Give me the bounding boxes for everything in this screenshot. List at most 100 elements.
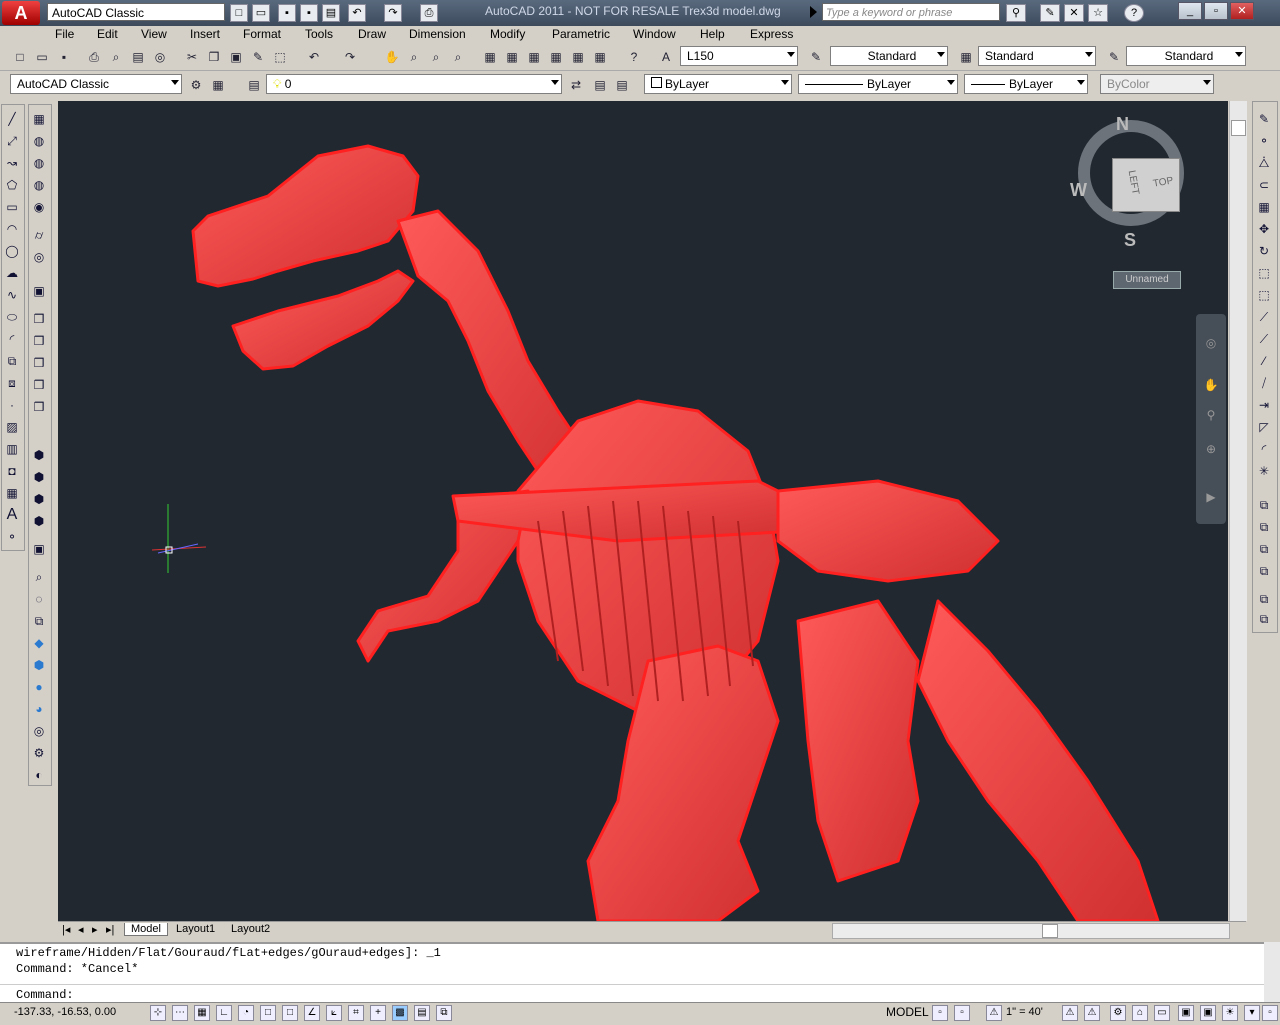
- torus-icon[interactable]: ◎: [30, 248, 48, 266]
- design-center-icon[interactable]: ▦: [502, 47, 522, 67]
- workspace-switching-icon[interactable]: ⚙: [1110, 1005, 1126, 1021]
- draworder-front-icon[interactable]: ⧉: [1255, 496, 1273, 514]
- workspace-switcher[interactable]: AutoCAD Classic: [47, 3, 225, 21]
- tab-model[interactable]: Model: [124, 923, 168, 936]
- tool-palettes-icon[interactable]: ▦: [524, 47, 544, 67]
- tab-prev-icon[interactable]: ◂: [78, 923, 84, 936]
- object-snap-icon[interactable]: □: [260, 1005, 276, 1021]
- minimize-button[interactable]: _: [1178, 2, 1202, 20]
- mirror-icon[interactable]: ⧊: [1255, 154, 1273, 172]
- union-icon[interactable]: ⬢: [30, 490, 48, 508]
- customize-icon[interactable]: ▦: [208, 75, 228, 95]
- markup-icon[interactable]: ▦: [568, 47, 588, 67]
- menu-tools[interactable]: Tools: [305, 27, 333, 41]
- lineweight-toggle-icon[interactable]: +: [370, 1005, 386, 1021]
- polyline-icon[interactable]: ↝: [3, 154, 21, 172]
- 3d-osnap-icon[interactable]: □: [282, 1005, 298, 1021]
- mtext-icon[interactable]: A: [3, 506, 21, 524]
- showmotion-icon[interactable]: ▶: [1202, 488, 1220, 506]
- undo-icon[interactable]: ↶: [348, 4, 366, 22]
- plot-icon[interactable]: ⎙: [420, 4, 438, 22]
- menu-parametric[interactable]: Parametric: [552, 27, 610, 41]
- 3d-align-icon[interactable]: ⧉: [30, 612, 48, 630]
- favorites-icon[interactable]: ☆: [1088, 4, 1108, 22]
- quick-view-layouts-icon[interactable]: ▫: [932, 1005, 948, 1021]
- vertical-scrollbar[interactable]: [1229, 101, 1247, 921]
- hardware-acceleration-icon[interactable]: ▭: [1154, 1005, 1170, 1021]
- viewcube-left-face[interactable]: LEFT: [1126, 170, 1141, 196]
- auto-scale-icon[interactable]: ⚠: [1084, 1005, 1100, 1021]
- tablestyle-combo[interactable]: Standard: [978, 46, 1096, 66]
- annotation-scale-icon[interactable]: ⚠: [986, 1005, 1002, 1021]
- copy-icon[interactable]: ❐: [204, 47, 224, 67]
- polysolid-icon[interactable]: ▦: [30, 110, 48, 128]
- camera-icon[interactable]: ◐: [30, 766, 48, 784]
- extrude-icon[interactable]: ❒: [30, 354, 48, 372]
- materials-icon[interactable]: ◎: [30, 722, 48, 740]
- ortho-mode-icon[interactable]: ∟: [216, 1005, 232, 1021]
- construction-line-icon[interactable]: ⤢: [3, 132, 21, 150]
- intersect-icon[interactable]: ▣: [30, 540, 48, 558]
- gradient-icon[interactable]: ▥: [3, 440, 21, 458]
- menu-express[interactable]: Express: [750, 27, 793, 41]
- subscription-icon[interactable]: ✎: [1040, 4, 1060, 22]
- quickcalc-icon[interactable]: ▦: [590, 47, 610, 67]
- spline-icon[interactable]: ∿: [3, 286, 21, 304]
- textstyle-combo[interactable]: Standard: [830, 46, 948, 66]
- 3d-array-icon[interactable]: ◆: [30, 634, 48, 652]
- annotation-visibility-icon[interactable]: ⚠: [1062, 1005, 1078, 1021]
- selection-cycling-icon[interactable]: ⧉: [436, 1005, 452, 1021]
- binoculars-icon[interactable]: ⚲: [1006, 4, 1026, 22]
- point-icon[interactable]: ·: [3, 396, 21, 414]
- paste-icon[interactable]: ▣: [226, 47, 246, 67]
- break-at-point-icon[interactable]: ⁄: [1255, 352, 1273, 370]
- fillet-icon[interactable]: ◜: [1255, 440, 1273, 458]
- workspace-settings-icon[interactable]: ⚙: [186, 75, 206, 95]
- layer-state-icon[interactable]: ▤: [612, 75, 632, 95]
- hatch-icon[interactable]: ▨: [3, 418, 21, 436]
- menu-view[interactable]: View: [141, 27, 167, 41]
- planar-surface-icon[interactable]: ❒: [30, 332, 48, 350]
- dimstyle-combo[interactable]: L150: [680, 46, 798, 66]
- extend-icon[interactable]: ⟋: [1255, 330, 1273, 348]
- orbit-nav-icon[interactable]: ⊕: [1202, 440, 1220, 458]
- qnew-icon[interactable]: □: [10, 47, 30, 67]
- clean-screen-icon[interactable]: ▫: [1262, 1005, 1278, 1021]
- subtract-icon[interactable]: ⬢: [30, 512, 48, 530]
- offset-icon[interactable]: ⊂: [1255, 176, 1273, 194]
- infer-constraints-icon[interactable]: ⊹: [150, 1005, 166, 1021]
- horizontal-scroll-thumb[interactable]: [1042, 924, 1058, 938]
- trim-icon[interactable]: ⟋: [1255, 308, 1273, 326]
- array-icon[interactable]: ▦: [1255, 198, 1273, 216]
- ucs-menu[interactable]: Unnamed: [1113, 271, 1181, 289]
- text-style-manager-icon[interactable]: ✎: [806, 47, 826, 67]
- publish-toolbar-icon[interactable]: ▤: [128, 47, 148, 67]
- tab-layout1[interactable]: Layout1: [176, 923, 215, 935]
- lineweight-combo[interactable]: ByLayer: [964, 74, 1088, 94]
- menu-modify[interactable]: Modify: [490, 27, 525, 41]
- viewcube[interactable]: LEFT TOP: [1112, 158, 1180, 212]
- helix-icon[interactable]: ❒: [30, 310, 48, 328]
- status-menu-icon[interactable]: ▾: [1244, 1005, 1260, 1021]
- rectangle-icon[interactable]: ▭: [3, 198, 21, 216]
- zoom-realtime-icon[interactable]: ⌕: [404, 47, 424, 67]
- region-icon[interactable]: ◘: [3, 462, 21, 480]
- grid-display-icon[interactable]: ▦: [194, 1005, 210, 1021]
- dynamic-input-icon[interactable]: ⌗: [348, 1005, 364, 1021]
- menu-help[interactable]: Help: [700, 27, 725, 41]
- scale-icon[interactable]: ⬚: [1255, 264, 1273, 282]
- text-style-icon[interactable]: A: [656, 47, 676, 67]
- redo-icon[interactable]: ↷: [384, 4, 402, 22]
- tab-first-icon[interactable]: |◂: [62, 923, 70, 936]
- render-icon[interactable]: ◕: [30, 700, 48, 718]
- search-input[interactable]: Type a keyword or phrase: [822, 3, 1000, 21]
- draworder-under-icon[interactable]: ⧉: [1255, 562, 1273, 580]
- zoom-window-icon[interactable]: ⌕: [426, 47, 446, 67]
- cone-icon[interactable]: ◍: [30, 176, 48, 194]
- model-viewport[interactable]: [58, 101, 1228, 921]
- steeringwheel-icon[interactable]: ◎: [1202, 334, 1220, 352]
- 3d-move-icon[interactable]: ⌕: [30, 568, 48, 586]
- coordinates-readout[interactable]: -137.33, -16.53, 0.00: [14, 1006, 116, 1018]
- hatch-back-icon[interactable]: ⧉: [1255, 610, 1273, 628]
- command-prompt[interactable]: Command:: [16, 988, 74, 1002]
